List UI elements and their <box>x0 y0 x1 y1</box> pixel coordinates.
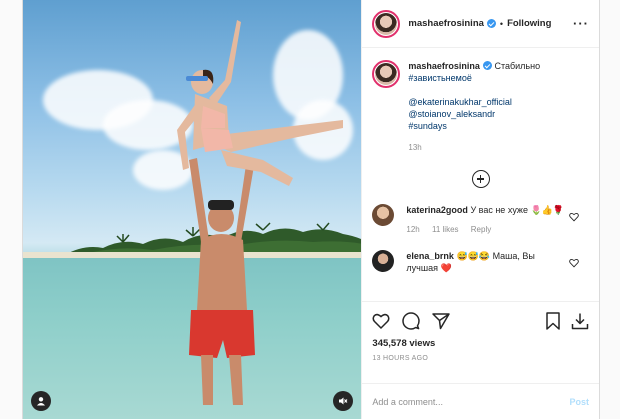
avatar[interactable] <box>372 60 401 88</box>
caption-username[interactable]: mashaefrosinina <box>408 61 480 71</box>
comments-list: mashaefrosinina Стабильно #завистьнемоё … <box>362 48 599 301</box>
comment-input[interactable]: Add a comment... <box>372 397 443 407</box>
mention-link[interactable]: @stoianov_aleksandr <box>408 108 540 120</box>
hashtag-link[interactable]: #завистьнемоё <box>408 72 540 84</box>
download-icon[interactable] <box>571 312 589 330</box>
more-options-icon[interactable]: ··· <box>573 16 589 31</box>
mention-link[interactable]: @ekaterinakukhar_official <box>408 96 540 108</box>
share-icon[interactable] <box>432 312 451 330</box>
list-item: elena_brnk 😅😅😂 Маша, Вы лучшая ❤️ <box>372 250 589 274</box>
avatar[interactable] <box>372 250 395 272</box>
following-button[interactable]: Following <box>507 18 551 29</box>
user-tag-icon <box>37 397 45 406</box>
avatar[interactable] <box>372 9 401 38</box>
comment-likes[interactable]: 11 likes <box>432 225 459 234</box>
post-modal: mashaefrosinina • Following ··· mashaefr… <box>22 0 600 419</box>
heart-icon[interactable] <box>569 258 579 268</box>
post-age: 13 HOURS AGO <box>372 355 429 362</box>
comment-text: У вас не хуже 🌷👍🌹 <box>470 205 565 215</box>
action-bar: 345,578 views 13 HOURS AGO <box>362 301 599 383</box>
avatar[interactable] <box>372 204 395 226</box>
post-photo[interactable] <box>23 0 362 419</box>
caption-text: Стабильно <box>494 61 541 71</box>
heart-icon[interactable] <box>372 312 390 330</box>
caption: mashaefrosinina Стабильно #завистьнемоё … <box>372 60 589 154</box>
comment-time: 12h <box>406 225 420 234</box>
view-count[interactable]: 345,578 views <box>372 338 589 349</box>
post-button[interactable]: Post <box>569 397 589 407</box>
add-comment-bar: Add a comment... Post <box>362 383 599 419</box>
mute-icon <box>339 397 348 405</box>
hashtag-link[interactable]: #sundays <box>408 120 540 132</box>
add-circle-icon[interactable] <box>471 170 490 188</box>
verified-badge-icon <box>482 61 492 70</box>
list-item: katerina2good У вас не хуже 🌷👍🌹 12h 11 l… <box>372 204 589 236</box>
bookmark-icon[interactable] <box>545 312 561 330</box>
comment-username[interactable]: katerina2good <box>406 205 468 215</box>
post-side-panel: mashaefrosinina • Following ··· mashaefr… <box>361 0 599 419</box>
verified-badge-icon <box>486 19 496 28</box>
post-header: mashaefrosinina • Following ··· <box>362 0 599 48</box>
reply-button[interactable]: Reply <box>471 225 491 234</box>
caption-timestamp: 13h <box>408 143 422 152</box>
people-figure <box>177 20 343 405</box>
comment-username[interactable]: elena_brnk <box>406 251 454 261</box>
comment-icon[interactable] <box>402 312 421 330</box>
header-username[interactable]: mashaefrosinina <box>408 18 484 29</box>
user-tag-button[interactable] <box>31 391 51 411</box>
heart-icon[interactable] <box>569 212 579 222</box>
